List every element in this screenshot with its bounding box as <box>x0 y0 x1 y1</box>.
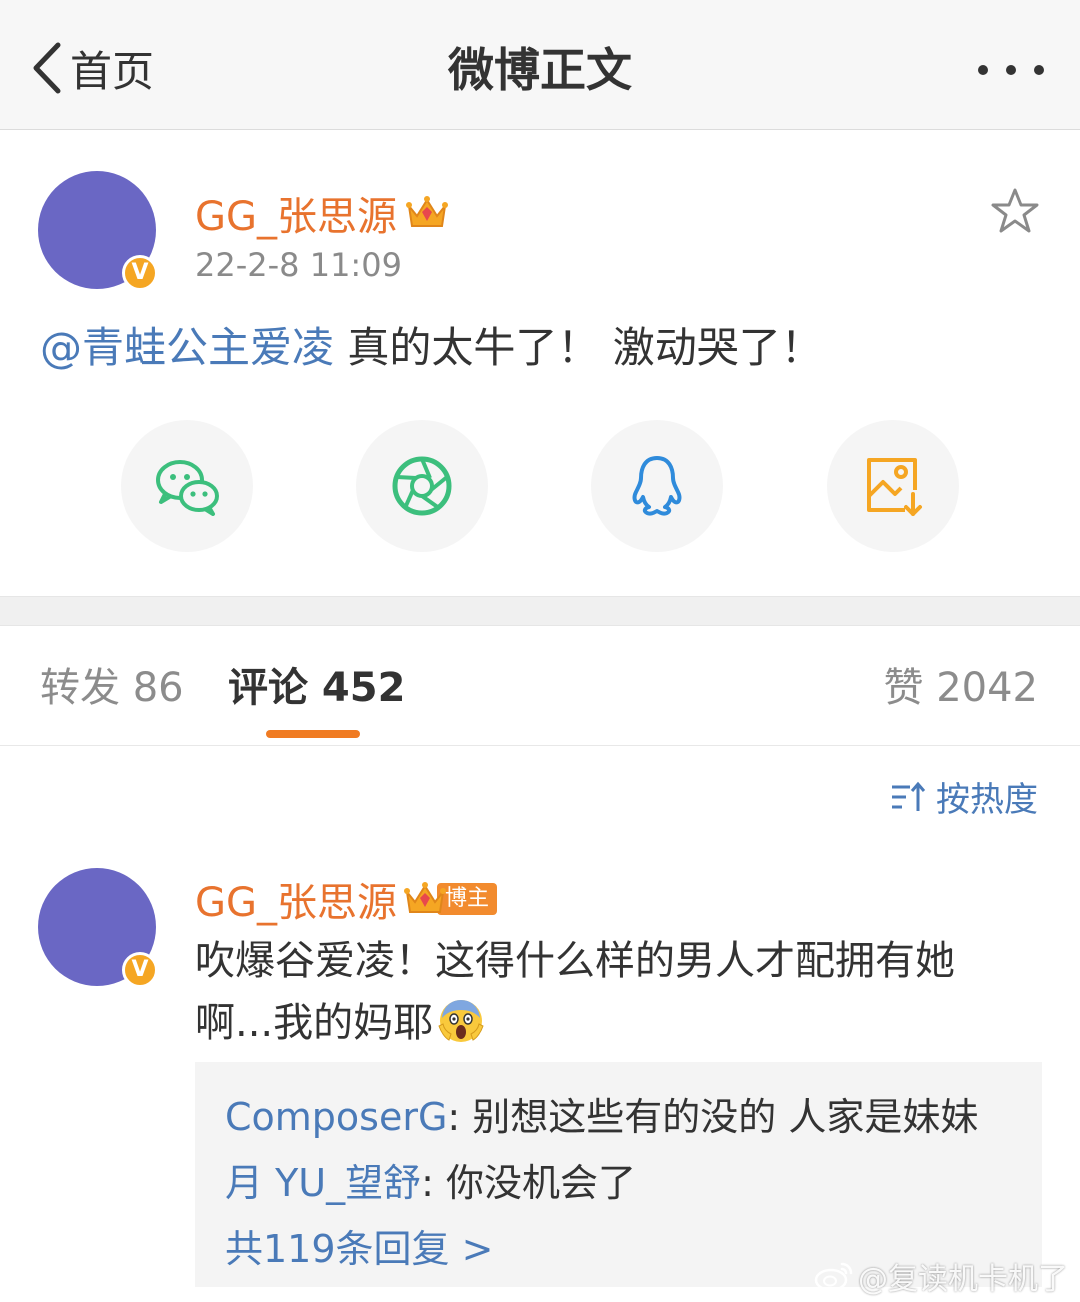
reply-text: : 别想这些有的没的 人家是妹妹 <box>447 1095 979 1139</box>
author-badge: 博主 <box>403 881 498 917</box>
crown-vip-icon <box>406 196 448 227</box>
tab-likes[interactable]: 赞 2042 <box>883 660 1038 716</box>
reply-text: : 你没机会了 <box>421 1161 636 1205</box>
commenter-name[interactable]: GG_张思源 博主 <box>195 870 498 928</box>
verified-badge-icon: V <box>122 255 158 291</box>
active-tab-indicator <box>266 730 360 738</box>
mention-link[interactable]: @青蛙公主爱凌 <box>40 323 334 372</box>
wechat-icon <box>156 460 219 516</box>
sort-icon <box>892 781 926 811</box>
reply-item: 月 YU_望舒: 你没机会了 <box>225 1150 1012 1216</box>
more-options-button[interactable] <box>978 50 1044 90</box>
post-body: @青蛙公主爱凌 真的太牛了！ 激动哭了！ <box>40 318 823 378</box>
post-author-avatar[interactable]: V <box>38 171 158 291</box>
favorite-star-icon[interactable] <box>990 186 1040 236</box>
nav-bar: 首页 微博正文 <box>0 0 1080 130</box>
moments-share-button[interactable] <box>356 420 488 552</box>
commenter-name-text: GG_张思源 <box>195 880 397 926</box>
more-dot-icon <box>978 65 988 75</box>
watermark-text: @复读机卡机了 <box>858 1262 1068 1297</box>
tab-comments[interactable]: 评论 452 <box>228 660 405 716</box>
reply-item: ComposerG: 别想这些有的没的 人家是妹妹 <box>225 1084 1012 1150</box>
screaming-face-emoji-icon <box>438 1000 484 1042</box>
comment-body: 吹爆谷爱凌！这得什么样的男人才配拥有她啊...我的妈耶 <box>195 930 1025 1054</box>
save-image-button[interactable] <box>827 420 959 552</box>
watermark: @复读机卡机了 <box>814 1254 1068 1298</box>
post-timestamp: 22-2-8 11:09 <box>195 246 402 284</box>
verified-badge-icon: V <box>122 952 158 988</box>
post-author-name-text: GG_张思源 <box>195 194 397 240</box>
tab-reposts[interactable]: 转发 86 <box>40 660 184 716</box>
tabs-divider <box>0 745 1080 746</box>
post-author-name[interactable]: GG_张思源 <box>195 184 449 242</box>
page-title: 微博正文 <box>448 43 632 97</box>
reply-username[interactable]: 月 YU_望舒 <box>225 1161 421 1205</box>
more-dot-icon <box>1006 65 1016 75</box>
section-divider <box>0 596 1080 626</box>
commenter-avatar[interactable]: V <box>38 868 158 988</box>
weibo-logo-icon <box>814 1262 853 1292</box>
comment-text: 吹爆谷爱凌！这得什么样的男人才配拥有她啊...我的妈耶 <box>195 938 955 1046</box>
save-image-icon <box>867 458 922 516</box>
qq-penguin-icon <box>632 456 682 516</box>
qq-share-button[interactable] <box>591 420 723 552</box>
more-dot-icon <box>1034 65 1044 75</box>
wechat-share-button[interactable] <box>121 420 253 552</box>
crown-vip-icon <box>404 882 446 913</box>
sort-by-hot-button[interactable]: 按热度 <box>890 772 1038 821</box>
reply-username[interactable]: ComposerG <box>225 1095 447 1139</box>
sort-label: 按热度 <box>936 780 1038 820</box>
moments-aperture-icon <box>392 456 452 516</box>
post-text: 真的太牛了！ 激动哭了！ <box>334 323 823 372</box>
